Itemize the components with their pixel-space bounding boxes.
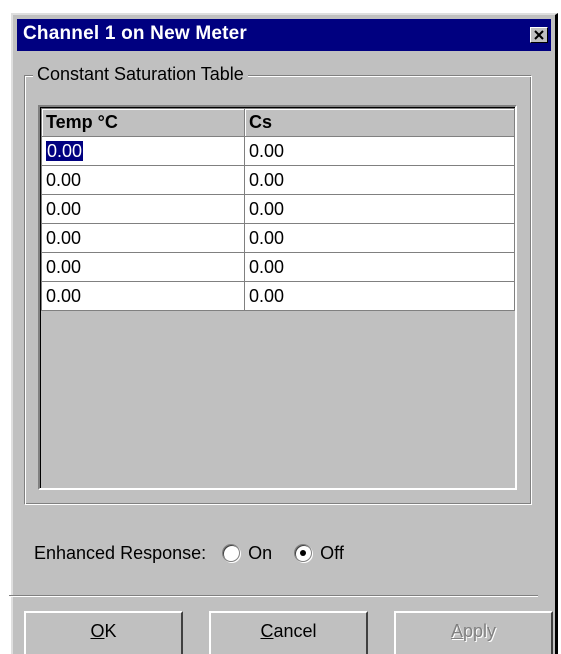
- enhanced-response-row: Enhanced Response: On Off: [34, 540, 366, 566]
- cell-temp[interactable]: 0.00: [41, 252, 245, 282]
- cell-cs[interactable]: 0.00: [244, 136, 515, 166]
- radio-on-label[interactable]: On: [248, 543, 272, 564]
- cell-value: 0.00: [46, 285, 82, 306]
- cell-cs[interactable]: 0.00: [244, 165, 515, 195]
- table-row[interactable]: 0.00 0.00: [41, 194, 515, 224]
- cancel-button[interactable]: Cancel: [209, 611, 368, 654]
- cancel-button-label: Cancel: [260, 621, 317, 641]
- table-row[interactable]: 0.00 0.00: [41, 281, 515, 311]
- close-button[interactable]: [530, 27, 548, 43]
- cell-temp[interactable]: 0.00: [41, 136, 245, 166]
- apply-button-label: Apply: [450, 621, 497, 641]
- table-row[interactable]: 0.00 0.00: [41, 165, 515, 195]
- radio-off-label[interactable]: Off: [320, 543, 344, 564]
- cell-value: 0.00: [46, 169, 82, 190]
- cell-cs[interactable]: 0.00: [244, 252, 515, 282]
- cell-value: 0.00: [249, 169, 285, 190]
- button-separator: [9, 595, 538, 597]
- group-legend: Constant Saturation Table: [33, 64, 248, 85]
- cell-cs[interactable]: 0.00: [244, 194, 515, 224]
- title-bar[interactable]: Channel 1 on New Meter: [17, 19, 551, 51]
- cell-temp[interactable]: 0.00: [41, 194, 245, 224]
- saturation-table-grid[interactable]: Temp °C Cs 0.00 0.00 0.00 0.00 0.00 0.00 0.00 0…: [38, 105, 517, 490]
- cell-temp[interactable]: 0.00: [41, 281, 245, 311]
- cell-value: 0.00: [249, 285, 285, 306]
- table-row[interactable]: 0.00 0.00: [41, 223, 515, 253]
- cell-temp[interactable]: 0.00: [41, 165, 245, 195]
- column-header-cs[interactable]: Cs: [244, 108, 515, 137]
- cell-temp[interactable]: 0.00: [41, 223, 245, 253]
- table-row[interactable]: 0.00 0.00: [41, 252, 515, 282]
- cell-cs[interactable]: 0.00: [244, 223, 515, 253]
- cell-value: 0.00: [249, 140, 285, 161]
- cell-value: 0.00: [249, 256, 285, 277]
- cell-value: 0.00: [249, 227, 285, 248]
- cell-value: 0.00: [46, 140, 84, 161]
- radio-off[interactable]: [294, 544, 313, 562]
- column-header-temp[interactable]: Temp °C: [41, 108, 245, 137]
- saturation-table: Temp °C Cs 0.00 0.00 0.00 0.00 0.00 0.00 0.00 0…: [41, 108, 515, 311]
- cell-value: 0.00: [46, 256, 82, 277]
- ok-button[interactable]: OK: [24, 611, 183, 654]
- ok-button-text: OK: [90, 621, 117, 641]
- cell-value: 0.00: [46, 198, 82, 219]
- window-title: Channel 1 on New Meter: [23, 23, 247, 44]
- radio-on[interactable]: [222, 544, 241, 562]
- cell-value: 0.00: [46, 227, 82, 248]
- cell-value: 0.00: [249, 198, 285, 219]
- apply-button[interactable]: Apply: [394, 611, 553, 654]
- close-icon: [534, 30, 544, 40]
- table-header-row: Temp °C Cs: [41, 108, 515, 137]
- table-row[interactable]: 0.00 0.00: [41, 136, 515, 166]
- enhanced-response-label: Enhanced Response:: [34, 542, 207, 563]
- cell-cs[interactable]: 0.00: [244, 281, 515, 311]
